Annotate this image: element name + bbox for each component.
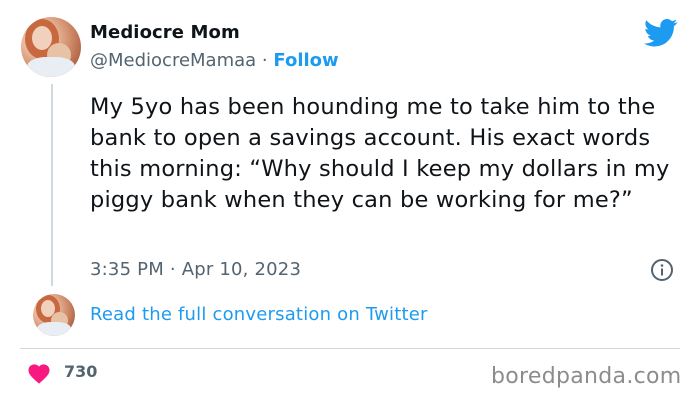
- author-handle[interactable]: @MediocreMamaa: [90, 50, 256, 71]
- read-conversation-link[interactable]: Read the full conversation on Twitter: [90, 304, 428, 325]
- conversation-avatar[interactable]: [33, 294, 75, 336]
- info-icon[interactable]: [650, 258, 674, 282]
- twitter-bird-icon[interactable]: [644, 18, 678, 48]
- like-count: 730: [64, 362, 98, 381]
- heart-icon[interactable]: [27, 362, 51, 384]
- author-avatar[interactable]: [21, 17, 81, 77]
- tweet-timestamp[interactable]: 3:35 PM · Apr 10, 2023: [90, 259, 301, 280]
- tweet-text: My 5yo has been hounding me to take him …: [90, 94, 670, 213]
- footer-divider: [20, 348, 680, 349]
- follow-button[interactable]: Follow: [273, 50, 338, 71]
- author-handle-row: @MediocreMamaa · Follow: [90, 50, 339, 71]
- author-display-name[interactable]: Mediocre Mom: [90, 22, 240, 43]
- handle-separator: ·: [261, 50, 268, 71]
- boredpanda-watermark: boredpanda.com: [491, 364, 682, 389]
- thread-connector-line: [51, 84, 53, 286]
